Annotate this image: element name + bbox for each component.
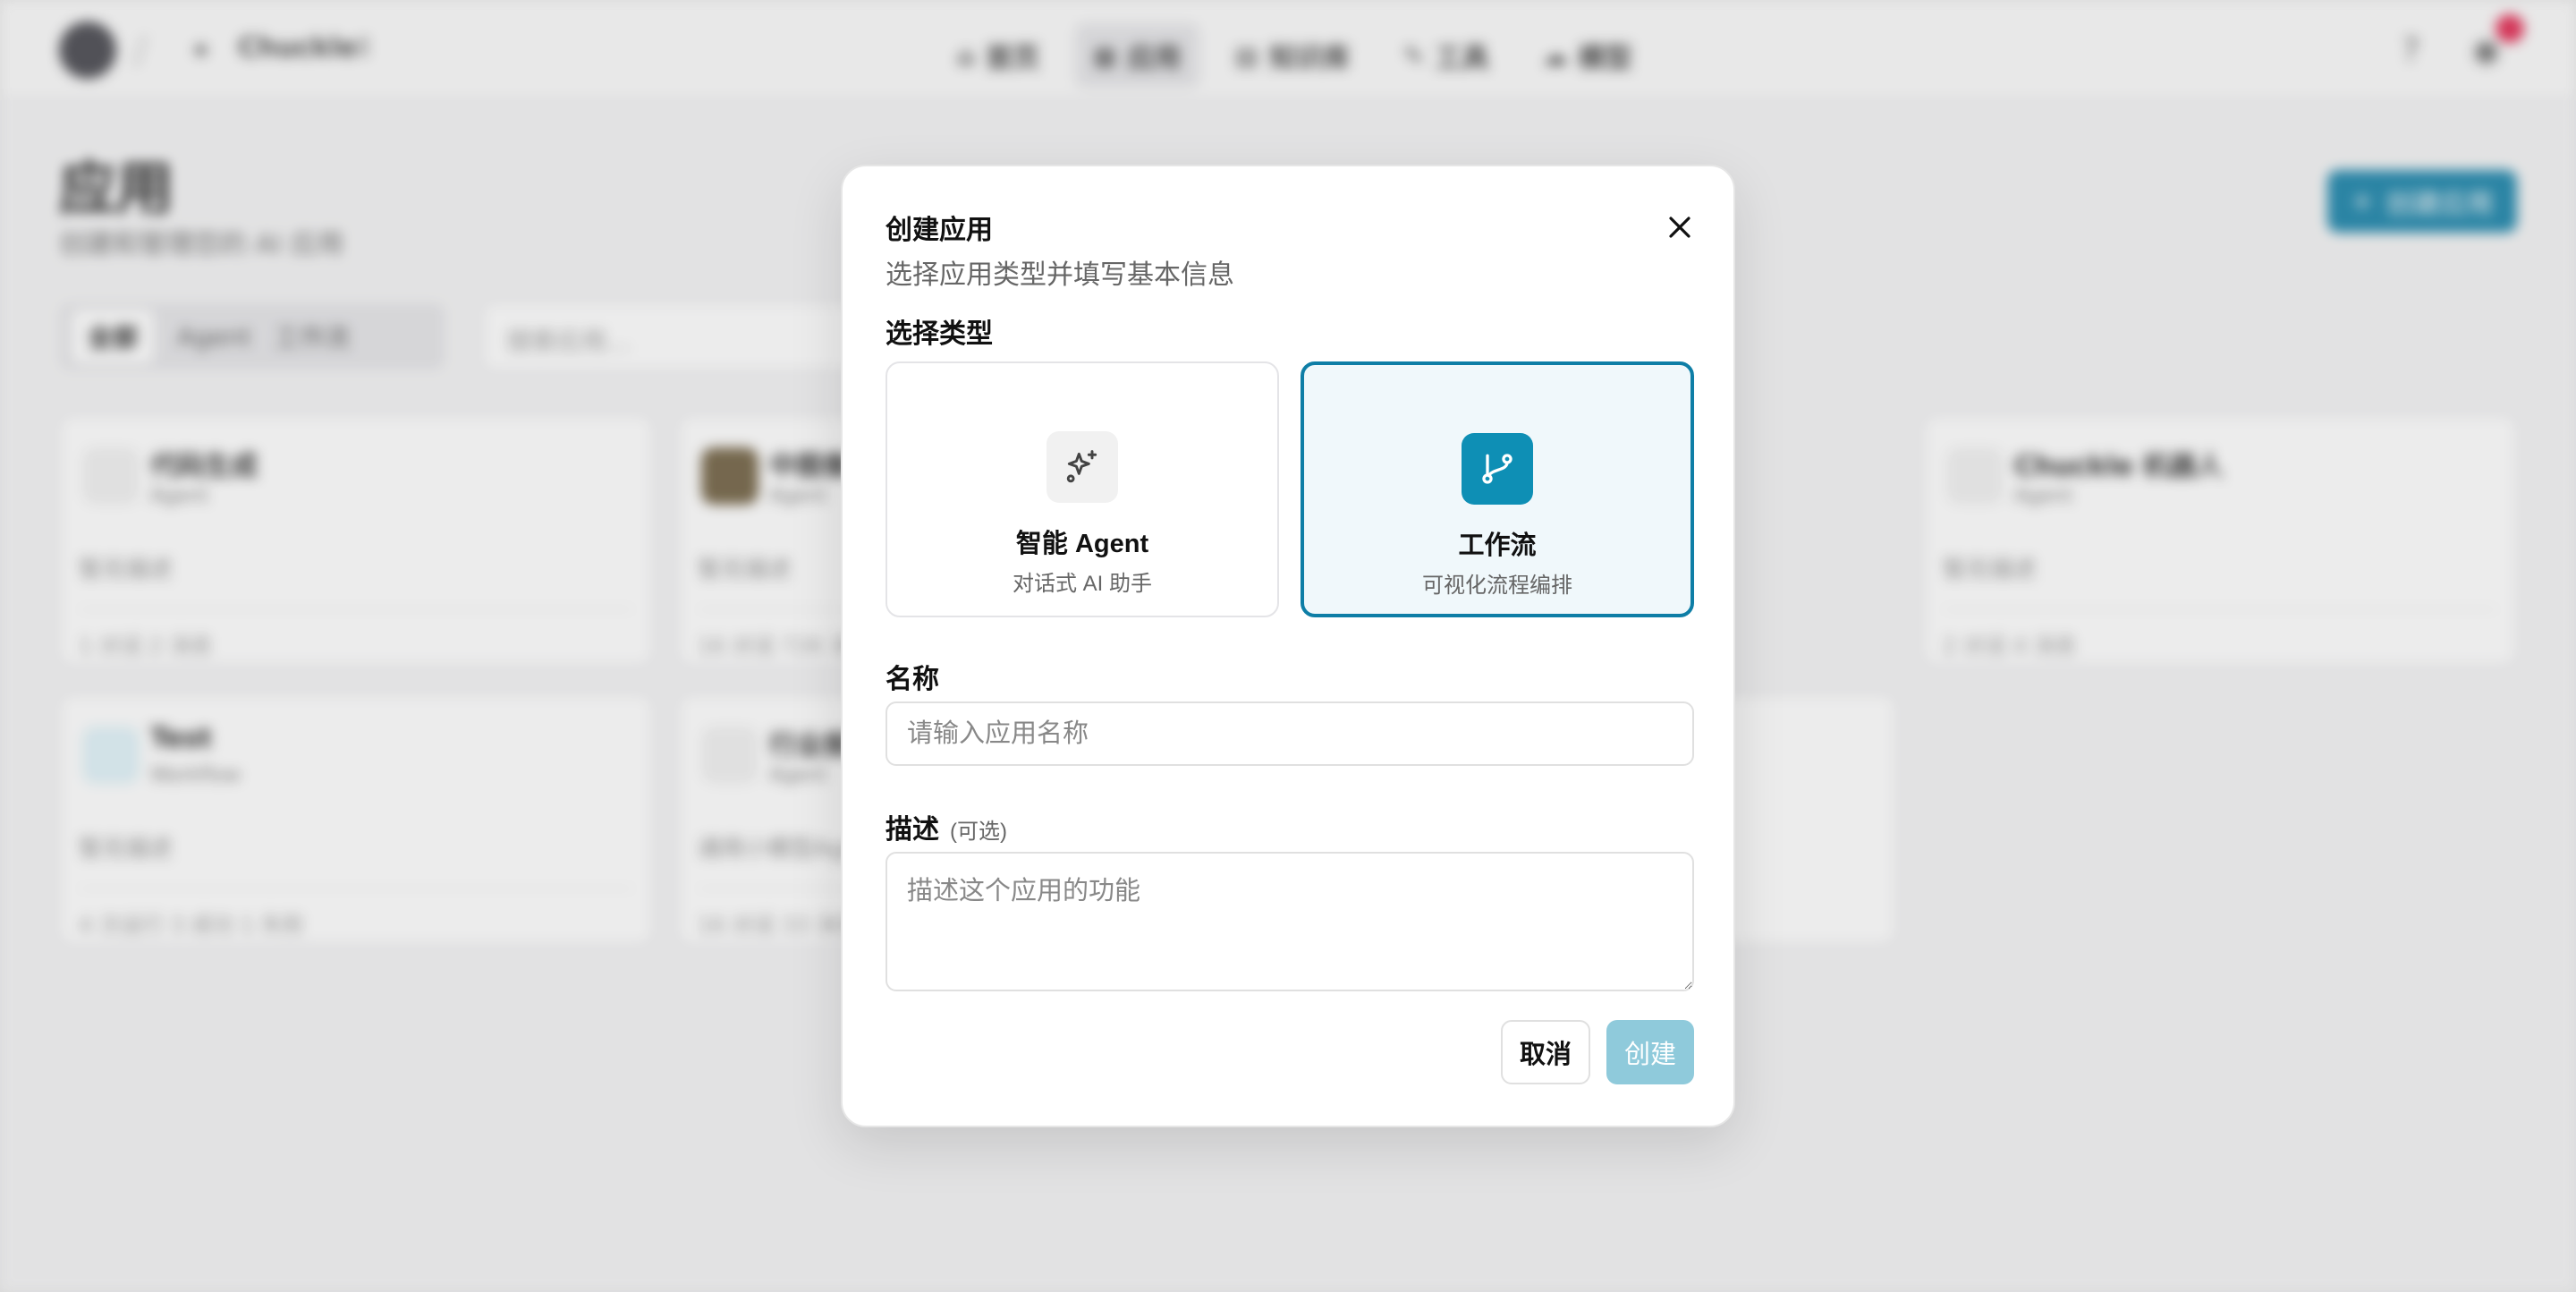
- type-name: 工作流: [1458, 531, 1537, 560]
- name-label: 名称: [886, 665, 939, 694]
- close-icon: [1669, 217, 1690, 238]
- close-button[interactable]: [1660, 208, 1699, 247]
- sparkles-icon: [1046, 431, 1118, 503]
- cancel-button[interactable]: 取消: [1501, 1020, 1590, 1084]
- create-app-dialog: 创建应用 选择应用类型并填写基本信息 选择类型 智能 Agent 对话式 AI …: [841, 165, 1735, 1127]
- type-desc: 对话式 AI 助手: [1012, 572, 1152, 596]
- type-label: 选择类型: [886, 319, 993, 349]
- git-branch-icon: [1462, 433, 1533, 505]
- app-name-input[interactable]: [886, 701, 1694, 766]
- optional-hint: (可选): [950, 820, 1007, 844]
- dialog-subtitle: 选择应用类型并填写基本信息: [886, 260, 1234, 290]
- type-option-agent[interactable]: 智能 Agent 对话式 AI 助手: [886, 361, 1279, 617]
- type-name: 智能 Agent: [1015, 530, 1149, 558]
- type-option-workflow[interactable]: 工作流 可视化流程编排: [1301, 361, 1694, 617]
- description-label-text: 描述: [886, 815, 939, 845]
- type-desc: 可视化流程编排: [1422, 574, 1572, 598]
- app-description-input[interactable]: [886, 852, 1694, 991]
- create-button[interactable]: 创建: [1606, 1020, 1694, 1084]
- dialog-title: 创建应用: [886, 216, 993, 245]
- description-label: 描述 (可选): [886, 807, 1007, 846]
